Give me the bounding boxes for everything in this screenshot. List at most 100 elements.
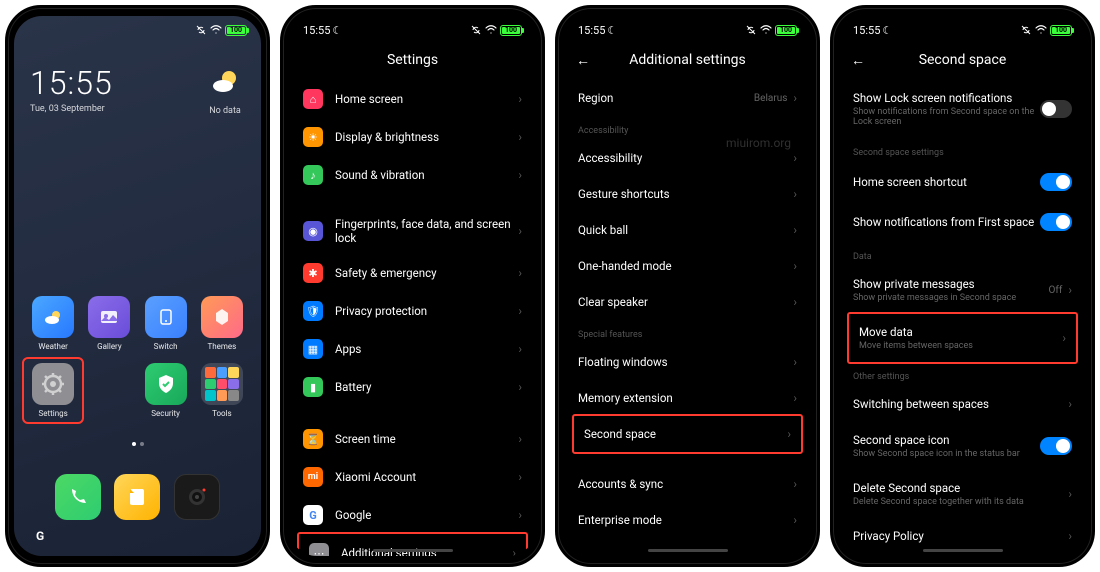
item-floating[interactable]: Floating windows› <box>568 344 807 380</box>
toggle-first-notif[interactable] <box>1040 213 1072 231</box>
item-additional-settings[interactable]: ⋯Additional settings› <box>299 534 526 556</box>
item-privacy-protection[interactable]: 🛡Privacy protection› <box>293 292 532 330</box>
item-gesture[interactable]: Gesture shortcuts› <box>568 176 807 212</box>
item-display[interactable]: ☀Display & brightness› <box>293 118 532 156</box>
item-battery[interactable]: ▮Battery› <box>293 368 532 406</box>
wifi-icon <box>1035 25 1047 35</box>
weather-label: No data <box>209 106 241 116</box>
item-google[interactable]: GGoogle› <box>293 496 532 534</box>
item-private-msg[interactable]: Show private messagesShow private messag… <box>843 266 1082 314</box>
item-sound[interactable]: ♪Sound & vibration› <box>293 156 532 194</box>
brightness-icon: ☀ <box>303 127 323 147</box>
status-bar: 15:55☾ 100 <box>564 16 811 40</box>
chevron-right-icon: › <box>1068 529 1072 543</box>
item-safety[interactable]: ✱Safety & emergency› <box>293 254 532 292</box>
settings-screen: 15:55☾ 100 Settings ⌂Home screen› ☀Displ… <box>289 16 536 556</box>
item-screen-time[interactable]: ⏳Screen time› <box>293 420 532 458</box>
item-switching[interactable]: Switching between spaces› <box>843 386 1082 422</box>
app-security[interactable]: Security <box>141 363 191 418</box>
item-onehand[interactable]: One-handed mode› <box>568 248 807 284</box>
wifi-icon <box>210 25 222 35</box>
google-g-icon: G <box>36 529 50 543</box>
google-search[interactable]: G <box>28 526 247 546</box>
dock-notes[interactable] <box>114 474 160 520</box>
toggle-hs-shortcut[interactable] <box>1040 173 1072 191</box>
page-title: ← Additional settings <box>564 40 811 80</box>
back-arrow-icon[interactable]: ← <box>576 52 590 69</box>
item-apps[interactable]: ▦Apps› <box>293 330 532 368</box>
item-memory[interactable]: Memory extension› <box>568 380 807 416</box>
status-bar: 15:55☾ 100 <box>839 16 1086 40</box>
item-lock-notif[interactable]: Show Lock screen notificationsShow notif… <box>843 80 1082 138</box>
weather-widget[interactable]: No data <box>209 66 241 116</box>
item-accounts[interactable]: Accounts & sync› <box>568 466 807 502</box>
item-move-data[interactable]: Move dataMove items between spaces› <box>849 314 1076 362</box>
second-space-screen: 15:55☾ 100 ← Second space Show Lock scre… <box>839 16 1086 556</box>
status-bar: 15:55☾ 100 <box>289 16 536 40</box>
app-switch[interactable]: Switch <box>141 296 191 351</box>
item-first-notif[interactable]: Show notifications from First space <box>843 202 1082 242</box>
item-enterprise[interactable]: Enterprise mode› <box>568 502 807 538</box>
item-home-screen[interactable]: ⌂Home screen› <box>293 80 532 118</box>
app-settings[interactable]: Settings <box>22 357 84 424</box>
toggle-lock-notif[interactable] <box>1040 100 1072 118</box>
item-fingerprint[interactable]: ◉Fingerprints, face data, and screen loc… <box>293 208 532 254</box>
chevron-right-icon: › <box>518 380 522 394</box>
highlight-move-data: Move dataMove items between spaces› <box>847 312 1078 364</box>
chevron-right-icon: › <box>793 355 797 369</box>
item-delete[interactable]: Delete Second spaceDelete Second space t… <box>843 470 1082 518</box>
sound-icon: ♪ <box>303 165 323 185</box>
sync-off-icon <box>745 24 757 36</box>
clock-widget[interactable]: 15:55 Tue, 03 September <box>30 64 113 114</box>
back-arrow-icon[interactable]: ← <box>851 52 865 69</box>
app-grid: Weather Gallery Switch Themes Settings S… <box>28 296 247 418</box>
chevron-right-icon: › <box>512 546 516 556</box>
second-space-list[interactable]: Show Lock screen notificationsShow notif… <box>839 80 1086 554</box>
page-indicator <box>14 442 261 446</box>
item-second-space[interactable]: Second space› <box>574 416 801 452</box>
dots-icon: ⋯ <box>309 543 329 556</box>
item-region[interactable]: RegionBelarus› <box>568 80 807 116</box>
additional-list[interactable]: RegionBelarus› Accessibility Accessibili… <box>564 80 811 538</box>
app-gallery[interactable]: Gallery <box>84 296 134 351</box>
page-title: Settings <box>289 40 536 80</box>
item-xiaomi-account[interactable]: miXiaomi Account› <box>293 458 532 496</box>
phone-icon <box>66 485 90 509</box>
app-tools-folder[interactable]: Tools <box>197 363 247 418</box>
home-time: 15:55 <box>30 64 113 102</box>
google-icon: G <box>303 505 323 525</box>
camera-icon <box>184 484 210 510</box>
dock-phone[interactable] <box>55 474 101 520</box>
battery-icon: 100 <box>500 25 522 36</box>
item-accessibility[interactable]: Accessibility› <box>568 140 807 176</box>
chevron-right-icon: › <box>518 508 522 522</box>
battery-icon: ▮ <box>303 377 323 397</box>
moon-icon: ☾ <box>882 24 892 37</box>
wifi-icon <box>760 25 772 35</box>
dock-camera[interactable] <box>174 474 220 520</box>
chevron-right-icon: › <box>793 151 797 165</box>
highlight-second-space: Second space› <box>572 414 803 454</box>
nav-indicator <box>923 549 1003 552</box>
chevron-right-icon: › <box>793 391 797 405</box>
item-quickball[interactable]: Quick ball› <box>568 212 807 248</box>
app-themes[interactable]: Themes <box>197 296 247 351</box>
toggle-icon[interactable] <box>1040 437 1072 455</box>
sync-off-icon <box>470 24 482 36</box>
mi-icon: mi <box>303 467 323 487</box>
item-clear-speaker[interactable]: Clear speaker› <box>568 284 807 320</box>
fingerprint-icon: ◉ <box>303 221 323 241</box>
note-icon <box>125 485 149 509</box>
item-hs-shortcut[interactable]: Home screen shortcut <box>843 162 1082 202</box>
sync-off-icon <box>1020 24 1032 36</box>
phone-4-second-space: 15:55☾ 100 ← Second space Show Lock scre… <box>830 5 1095 567</box>
nav-indicator <box>373 549 453 552</box>
chevron-right-icon: › <box>787 427 791 441</box>
settings-list[interactable]: ⌂Home screen› ☀Display & brightness› ♪So… <box>289 80 536 556</box>
weather-icon <box>209 66 241 98</box>
chevron-right-icon: › <box>793 477 797 491</box>
app-weather[interactable]: Weather <box>28 296 78 351</box>
chevron-right-icon: › <box>1068 283 1072 297</box>
chevron-right-icon: › <box>518 130 522 144</box>
item-icon[interactable]: Second space iconShow Second space icon … <box>843 422 1082 470</box>
